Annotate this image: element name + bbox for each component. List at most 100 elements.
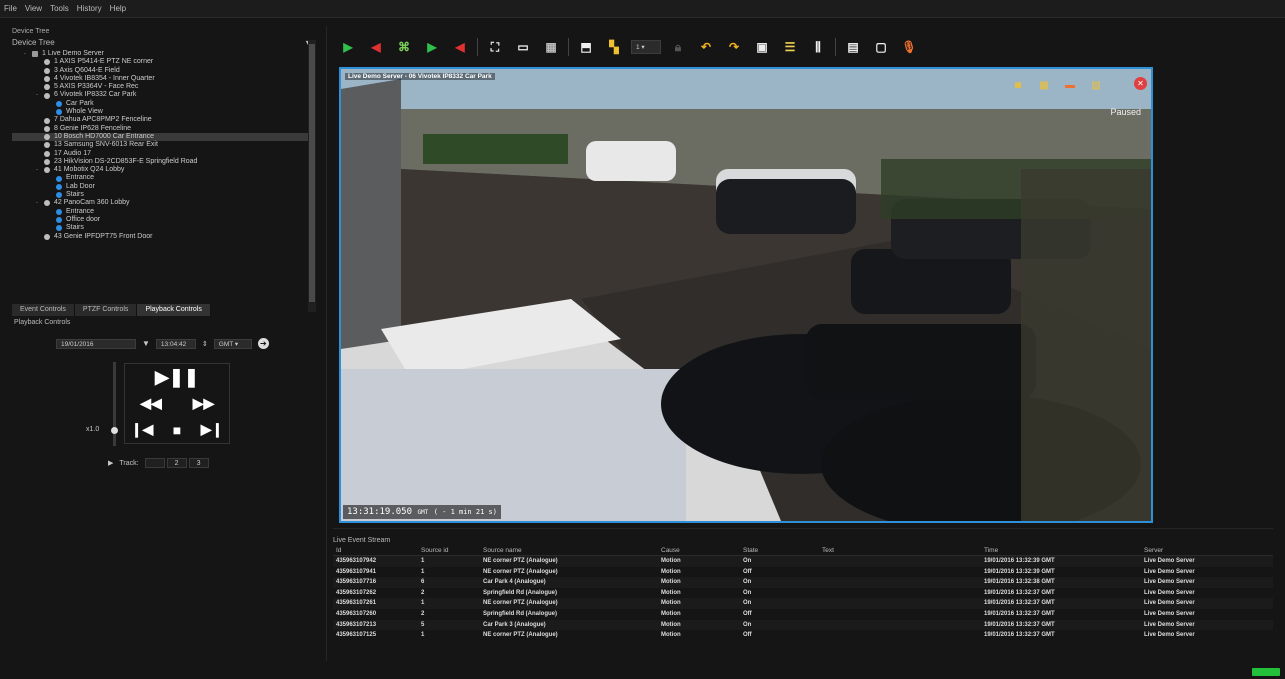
menu-file[interactable]: File: [4, 4, 17, 13]
tree-item[interactable]: 4 Vivotek IB8354 - Inner Quarter: [12, 75, 312, 83]
skip-back-button[interactable]: ❙◀: [125, 416, 159, 443]
monitor-icon[interactable]: ▭: [512, 36, 534, 58]
track-play-icon[interactable]: ▶: [108, 459, 113, 467]
redo-icon[interactable]: ↷: [723, 36, 745, 58]
snapshot-icon[interactable]: ◙: [1010, 77, 1026, 93]
tree-item[interactable]: 5 AXIS P3364V - Face Rec: [12, 83, 312, 91]
table-row[interactable]: 435963107942 1 NE corner PTZ (Analogue) Mot…: [333, 556, 1273, 567]
col-time[interactable]: Time: [984, 546, 1144, 555]
panel-icon[interactable]: ▤: [842, 36, 864, 58]
tree-item[interactable]: 3 Axis Q6044-E Field: [12, 67, 312, 75]
col-cause[interactable]: Cause: [661, 546, 743, 555]
tree-item[interactable]: Car Park: [12, 100, 312, 108]
time-field[interactable]: 13:04:42: [155, 338, 196, 349]
table-row[interactable]: 435963107941 1 NE corner PTZ (Analogue) Mot…: [333, 567, 1273, 578]
fast-forward-button[interactable]: ▶▶: [178, 391, 229, 415]
tree-item[interactable]: 17 Audio 17: [12, 150, 312, 158]
camera-export-icon[interactable]: ⬒: [575, 36, 597, 58]
table-row[interactable]: 435963107716 6 Car Park 4 (Analogue) Motion…: [333, 577, 1273, 588]
menu-history[interactable]: History: [77, 4, 102, 13]
undo-icon[interactable]: ↶: [695, 36, 717, 58]
tree-item[interactable]: - 6 Vivotek IP8332 Car Park: [12, 91, 312, 99]
tree-item[interactable]: - 1 Live Demo Server: [12, 50, 312, 58]
layout-count-select[interactable]: 1 ▾: [631, 40, 661, 54]
date-field[interactable]: 19/01/2016: [56, 338, 136, 349]
tree-toggle-icon[interactable]: -: [36, 166, 44, 174]
lock-icon[interactable]: 🔒︎: [667, 36, 689, 58]
date-dropdown-icon[interactable]: ▼: [142, 339, 150, 348]
tree-item[interactable]: Office door: [12, 216, 312, 224]
col-source-name[interactable]: Source name: [483, 546, 661, 555]
tree-item[interactable]: 43 Genie IPFDPT75 Front Door: [12, 233, 312, 241]
sliders-icon[interactable]: ⫼: [807, 36, 829, 58]
menu-help[interactable]: Help: [110, 4, 126, 13]
table-row[interactable]: 435963107260 2 Springfield Rd (Analogue) Mo…: [333, 609, 1273, 620]
tree-item[interactable]: Whole View: [12, 108, 312, 116]
tree-item[interactable]: 13 Samsung SNV-6013 Rear Exit: [12, 141, 312, 149]
track-2[interactable]: 2: [166, 458, 187, 468]
play-forward-icon[interactable]: ▶: [337, 36, 359, 58]
network-icon[interactable]: ⌘: [393, 36, 415, 58]
stop-button[interactable]: ■: [160, 416, 194, 443]
fullscreen-icon[interactable]: ⛶: [484, 36, 506, 58]
tree-item[interactable]: Entrance: [12, 208, 312, 216]
close-video-icon[interactable]: ✕: [1134, 77, 1147, 90]
save-image-icon[interactable]: ▧: [1088, 77, 1104, 93]
play-pause-button[interactable]: ▶❚❚: [125, 364, 229, 390]
menu-view[interactable]: View: [25, 4, 42, 13]
scroll-thumb[interactable]: [309, 44, 315, 302]
grid-icon[interactable]: ▦: [540, 36, 562, 58]
video-viewport[interactable]: Live Demo Server - 06 Vivotek IP8332 Car…: [339, 67, 1153, 523]
tz-select[interactable]: GMT ▾: [213, 338, 252, 349]
microphone-icon[interactable]: 🎙︎: [898, 36, 920, 58]
table-row[interactable]: 435963107261 1 NE corner PTZ (Analogue) Mot…: [333, 598, 1273, 609]
speed-slider-knob[interactable]: [111, 427, 118, 434]
tree-toggle-icon[interactable]: -: [36, 199, 44, 207]
bookmark-icon[interactable]: ▩: [1036, 77, 1052, 93]
skip-forward-button[interactable]: ▶❙: [195, 416, 229, 443]
window-icon[interactable]: ▢: [870, 36, 892, 58]
tree-item[interactable]: - 41 Mobotix Q24 Lobby: [12, 166, 312, 174]
time-stepper-icon[interactable]: ⇕: [202, 340, 208, 348]
tree-toggle-icon[interactable]: -: [36, 91, 44, 99]
tree-toggle-icon[interactable]: -: [24, 50, 32, 58]
tab-event-controls[interactable]: Event Controls: [12, 304, 75, 316]
record-start-icon[interactable]: ▶: [421, 36, 443, 58]
table-row[interactable]: 435963107125 1 NE corner PTZ (Analogue) Mot…: [333, 630, 1273, 641]
layout-icon[interactable]: ▣: [751, 36, 773, 58]
tree-item[interactable]: 7 Dahua APC8PMP2 Fenceline: [12, 116, 312, 124]
go-arrow-icon[interactable]: ➔: [257, 338, 269, 349]
list-icon[interactable]: ☰: [779, 36, 801, 58]
record-stop-icon[interactable]: ◀: [449, 36, 471, 58]
toolbar-separator: [835, 38, 836, 56]
tab-ptzf-controls[interactable]: PTZF Controls: [74, 304, 138, 316]
splitter-handle[interactable]: [333, 528, 1273, 529]
tree-item[interactable]: Entrance: [12, 174, 312, 182]
col-text[interactable]: Text: [822, 546, 984, 555]
panel-divider[interactable]: [326, 26, 327, 661]
export-clip-icon[interactable]: ▬: [1062, 77, 1078, 93]
tree-scrollbar[interactable]: [308, 40, 316, 312]
menu-tools[interactable]: Tools: [50, 4, 69, 13]
track-1[interactable]: [144, 458, 165, 468]
speed-slider[interactable]: [111, 362, 118, 446]
clapper-icon[interactable]: ▚: [603, 36, 625, 58]
tree-item[interactable]: Lab Door: [12, 183, 312, 191]
tree-item[interactable]: 10 Bosch HD7000 Car Entrance: [12, 132, 312, 142]
tree-item[interactable]: 8 Genie IP628 Fenceline: [12, 125, 312, 133]
track-3[interactable]: 3: [188, 458, 209, 468]
tree-item[interactable]: Stairs: [12, 191, 312, 199]
play-backward-icon[interactable]: ◀: [365, 36, 387, 58]
tree-item[interactable]: 23 HikVision DS-2CD853F-E Springfield Ro…: [12, 158, 312, 166]
col-state[interactable]: State: [743, 546, 822, 555]
tab-playback-controls[interactable]: Playback Controls: [137, 304, 211, 316]
tree-item[interactable]: 1 AXIS P5414-E PTZ NE corner: [12, 58, 312, 66]
tree-item[interactable]: - 42 PanoCam 360 Lobby: [12, 199, 312, 207]
table-row[interactable]: 435963107213 5 Car Park 3 (Analogue) Motion…: [333, 619, 1273, 631]
col-id[interactable]: Id: [333, 546, 421, 555]
rewind-button[interactable]: ◀◀: [125, 391, 177, 415]
col-server[interactable]: Server: [1144, 546, 1254, 555]
tree-item[interactable]: Stairs: [12, 224, 312, 232]
col-source-id[interactable]: Source id: [421, 546, 483, 555]
table-row[interactable]: 435963107262 2 Springfield Rd (Analogue) Mo…: [333, 588, 1273, 599]
